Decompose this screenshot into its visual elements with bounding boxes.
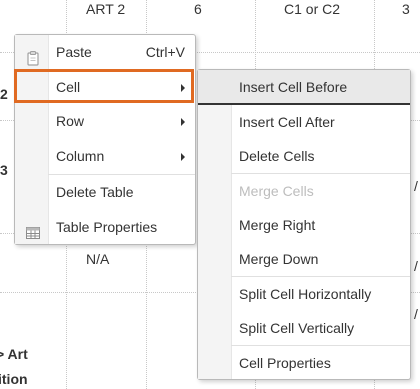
submenu-item-insert-cell-before[interactable]: Insert Cell Before	[198, 70, 410, 104]
menu-item-label: Paste	[56, 44, 92, 60]
submenu-active-underline	[198, 103, 410, 105]
context-menu: Paste Ctrl+V Cell Row Column Delete Tabl…	[14, 34, 196, 245]
menu-item-label: Split Cell Horizontally	[239, 286, 372, 302]
table-cell: 6	[194, 1, 202, 17]
submenu-item-delete-cells[interactable]: Delete Cells	[198, 139, 410, 173]
menu-item-label: Merge Down	[239, 251, 319, 267]
table-cell: > Art	[0, 346, 28, 362]
menu-item-table-properties[interactable]: Table Properties	[15, 210, 195, 244]
menu-item-label: Merge Right	[239, 217, 316, 233]
menu-item-label: Delete Cells	[239, 148, 315, 164]
cell-submenu: Insert Cell Before Insert Cell After Del…	[197, 69, 411, 380]
menu-item-label: Table Properties	[56, 219, 158, 235]
menu-item-delete-table[interactable]: Delete Table	[15, 175, 195, 209]
menu-item-label: Delete Table	[56, 184, 134, 200]
menu-item-row[interactable]: Row	[15, 104, 195, 138]
submenu-item-merge-down[interactable]: Merge Down	[198, 242, 410, 276]
submenu-item-split-horizontally[interactable]: Split Cell Horizontally	[198, 277, 410, 311]
submenu-item-split-vertically[interactable]: Split Cell Vertically	[198, 311, 410, 345]
table-cell: 3	[402, 1, 410, 17]
menu-item-label: Merge Cells	[239, 183, 314, 199]
table-cell: N/A	[86, 251, 110, 267]
shortcut-label: Ctrl+V	[145, 44, 185, 60]
chevron-right-icon	[181, 153, 185, 161]
table-cell: C1 or C2	[284, 1, 341, 17]
menu-item-label: Split Cell Vertically	[239, 320, 355, 336]
table-cell: /	[414, 258, 418, 274]
menu-item-label: Column	[56, 148, 105, 164]
submenu-item-merge-right[interactable]: Merge Right	[198, 208, 410, 242]
menu-item-label: Insert Cell After	[239, 114, 335, 130]
submenu-item-insert-cell-after[interactable]: Insert Cell After	[198, 105, 410, 139]
chevron-right-icon	[181, 118, 185, 126]
submenu-item-cell-properties[interactable]: Cell Properties	[198, 346, 410, 380]
submenu-item-merge-cells: Merge Cells	[198, 174, 410, 208]
menu-item-label: Cell Properties	[239, 355, 331, 371]
menu-item-paste[interactable]: Paste Ctrl+V	[15, 35, 195, 69]
table-cell: ART 2	[86, 1, 126, 17]
table-cell: 3	[0, 162, 8, 178]
table-cell: 2	[0, 86, 8, 102]
clipboard-icon	[25, 44, 41, 66]
table-cell: /	[414, 178, 418, 194]
table-cell: /	[414, 306, 418, 322]
menu-item-label: Row	[56, 113, 85, 129]
menu-item-column[interactable]: Column	[15, 139, 195, 173]
table-icon	[25, 219, 41, 239]
table-cell: ition	[0, 371, 28, 387]
cell-item-highlight	[14, 69, 194, 103]
menu-item-label: Insert Cell Before	[239, 79, 348, 95]
